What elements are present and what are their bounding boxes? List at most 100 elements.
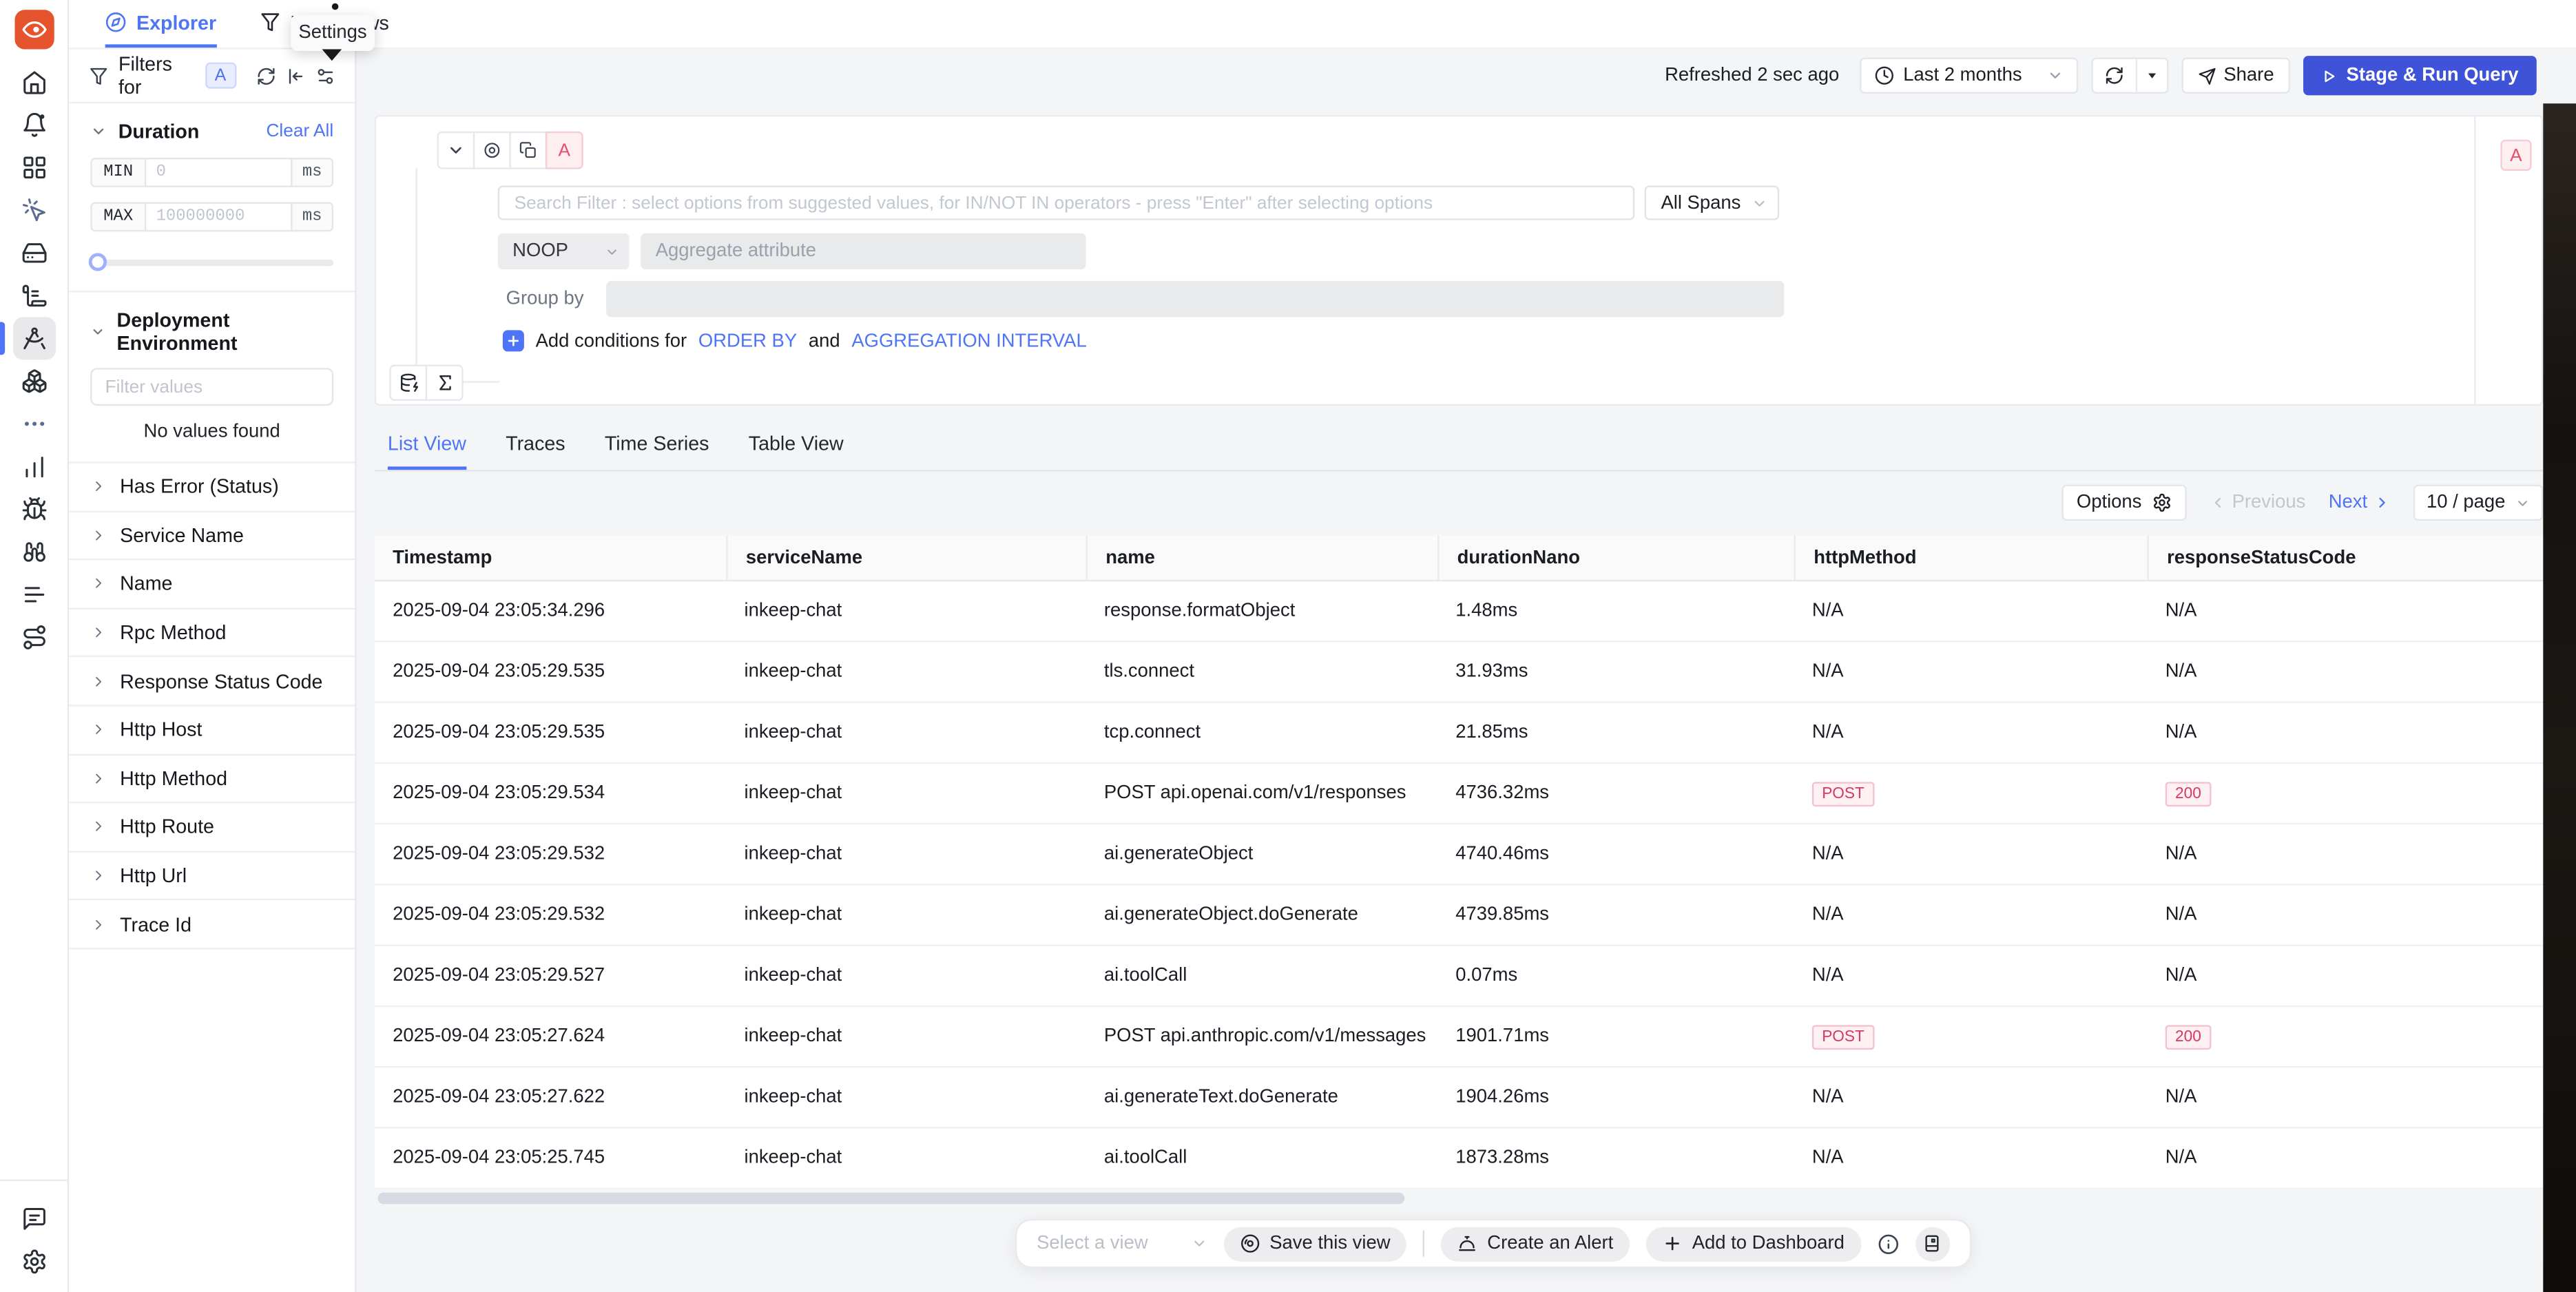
cell-responsestatuscode: N/A	[2147, 581, 2543, 640]
table-row[interactable]: 2025-09-04 23:05:34.296inkeep-chatrespon…	[375, 581, 2543, 642]
table-row[interactable]: 2025-09-04 23:05:29.535inkeep-chattcp.co…	[375, 703, 2543, 764]
chevron-down-icon[interactable]	[90, 324, 105, 340]
clear-all-link[interactable]: Clear All	[266, 122, 333, 142]
sidebar-item-billing list-lines-icon[interactable]	[12, 573, 55, 616]
add-to-dashboard-button[interactable]: Add to Dashboard	[1646, 1227, 1861, 1261]
clone-query-button[interactable]	[509, 132, 547, 169]
aggregate-attribute-input[interactable]: Aggregate attribute	[641, 233, 1086, 269]
select-view-dropdown[interactable]: Select a view	[1037, 1233, 1207, 1253]
filter-section-http-route[interactable]: Http Route	[69, 804, 355, 853]
next-page-button[interactable]: Next	[2329, 493, 2391, 513]
filter-section-name[interactable]: Name	[69, 561, 355, 609]
sidebar-item-logs scroll-icon[interactable]	[12, 274, 55, 317]
sidebar-item-get-started pointer-icon[interactable]	[12, 189, 55, 231]
sidebar-item-integrations boxes-icon[interactable]	[12, 360, 55, 402]
aggregate-op-select[interactable]: NOOP	[498, 233, 630, 269]
tab-list-view[interactable]: List View	[388, 419, 466, 470]
table-row[interactable]: 2025-09-04 23:05:29.527inkeep-chatai.too…	[375, 946, 2543, 1007]
duration-slider[interactable]	[90, 253, 333, 271]
tab-time-series[interactable]: Time Series	[605, 419, 709, 470]
stage-run-query-button[interactable]: Stage & Run Query	[2304, 56, 2537, 95]
app: Explorer Funnels Views Settings Filters …	[0, 0, 2576, 1292]
sidebar-item-metrics chart-icon[interactable]	[12, 445, 55, 488]
add-query-button[interactable]	[389, 365, 427, 401]
deployment-title[interactable]: Deployment Environment	[117, 309, 334, 355]
group-by-input[interactable]	[606, 281, 1784, 317]
scrollbar-thumb[interactable]	[378, 1193, 1405, 1205]
cell-servicename: inkeep-chat	[726, 643, 1086, 702]
max-input[interactable]: 100000000	[145, 202, 293, 231]
signoz-logo-icon[interactable]	[14, 10, 53, 49]
query-label-chip[interactable]: A	[2500, 140, 2531, 171]
collapse-query-button[interactable]	[437, 132, 475, 169]
sidebar-item-alerts bell-icon[interactable]	[12, 103, 55, 146]
refresh-button[interactable]	[2092, 59, 2135, 92]
sidebar-item-explorer binoculars-icon[interactable]	[12, 530, 55, 573]
cell-timestamp: 2025-09-04 23:05:29.532	[375, 824, 726, 884]
min-input[interactable]: 0	[145, 158, 293, 187]
slider-handle[interactable]	[89, 253, 107, 271]
filter-section-http-host[interactable]: Http Host	[69, 707, 355, 756]
previous-page-button[interactable]: Previous	[2209, 493, 2305, 513]
filter-section-rpc-method[interactable]: Rpc Method	[69, 609, 355, 658]
sync-icon[interactable]	[256, 65, 276, 86]
add-formula-button[interactable]	[426, 365, 464, 401]
sidebar-nav	[12, 61, 55, 658]
tab-explorer[interactable]: Explorer	[105, 0, 216, 48]
clock-icon	[1873, 65, 1893, 85]
duration-title[interactable]: Duration	[118, 120, 200, 143]
collapse-panel-icon[interactable]	[286, 65, 306, 86]
sidebar-item-exceptions bug-icon[interactable]	[12, 488, 55, 530]
table-row[interactable]: 2025-09-04 23:05:29.532inkeep-chatai.gen…	[375, 886, 2543, 946]
sidebar-item-more ellipsis-icon[interactable]	[12, 402, 55, 445]
sidebar-item-home home-icon[interactable]	[12, 61, 55, 103]
query-name-chip[interactable]: A	[546, 132, 583, 169]
filter-section-service-name[interactable]: Service Name	[69, 512, 355, 561]
create-alert-button[interactable]: Create an Alert	[1441, 1227, 1630, 1261]
order-by-link[interactable]: ORDER BY	[698, 331, 797, 351]
aggregation-interval-link[interactable]: AGGREGATION INTERVAL	[851, 331, 1086, 351]
sidebar-item-dashboards grid-icon[interactable]	[12, 146, 55, 189]
table-row[interactable]: 2025-09-04 23:05:27.622inkeep-chatai.gen…	[375, 1067, 2543, 1128]
table-row[interactable]: 2025-09-04 23:05:29.534inkeep-chatPOST a…	[375, 764, 2543, 824]
filter-values-input[interactable]: Filter values	[90, 368, 333, 406]
sidebar-item-traces compass-draft-icon[interactable]	[12, 317, 55, 360]
chevron-down-icon[interactable]	[90, 123, 107, 140]
sidebar-item-support-chat chat-icon[interactable]	[12, 1197, 55, 1240]
table-row[interactable]: 2025-09-04 23:05:29.535inkeep-chattls.co…	[375, 643, 2543, 703]
filter-section-trace-id[interactable]: Trace Id	[69, 901, 355, 950]
filter-section-response-status-code[interactable]: Response Status Code	[69, 658, 355, 707]
query-chip-a[interactable]: A	[205, 63, 236, 89]
filter-section-http-url[interactable]: Http Url	[69, 852, 355, 901]
table-row[interactable]: 2025-09-04 23:05:27.624inkeep-chatPOST a…	[375, 1007, 2543, 1067]
refresh-caret-button[interactable]	[2135, 59, 2166, 92]
filter-settings-icon[interactable]	[315, 65, 335, 86]
plus-icon[interactable]	[503, 330, 524, 351]
duration-max-group: MAX 100000000 ms	[90, 202, 333, 231]
shortcut-panel-button[interactable]	[1915, 1227, 1949, 1261]
cell-name: POST api.anthropic.com/v1/messages	[1086, 1007, 1437, 1066]
sidebar-divider	[0, 1179, 68, 1180]
tab-table-view[interactable]: Table View	[749, 419, 844, 470]
toggle-visibility-button[interactable]	[473, 132, 511, 169]
search-filter-input[interactable]: Search Filter : select options from sugg…	[498, 186, 1635, 220]
save-this-view-button[interactable]: Save this view	[1223, 1227, 1406, 1261]
share-button[interactable]: Share	[2181, 57, 2290, 93]
tab-traces[interactable]: Traces	[506, 419, 565, 470]
table-row[interactable]: 2025-09-04 23:05:25.745inkeep-chatai.too…	[375, 1129, 2543, 1189]
time-range-select[interactable]: Last 2 months	[1859, 57, 2077, 93]
sidebar-item-service-map route-icon[interactable]	[12, 616, 55, 658]
span-scope-select[interactable]: All Spans	[1645, 186, 1780, 220]
options-button[interactable]: Options	[2061, 485, 2185, 521]
filter-section-has-error-status[interactable]: Has Error (Status)	[69, 463, 355, 512]
spans-table: TimestampserviceNamenamedurationNanohttp…	[375, 536, 2543, 1189]
chevron-left-icon	[2209, 494, 2225, 511]
page-size-select[interactable]: 10 / page	[2413, 485, 2543, 521]
filter-section-http-method[interactable]: Http Method	[69, 755, 355, 804]
sidebar-item-settings gear-icon[interactable]	[12, 1240, 55, 1282]
info-icon[interactable]	[1878, 1233, 1899, 1254]
filter-section-label: Name	[120, 572, 172, 595]
cell-responsestatuscode: N/A	[2147, 643, 2543, 702]
table-row[interactable]: 2025-09-04 23:05:29.532inkeep-chatai.gen…	[375, 824, 2543, 885]
sidebar-item-infrastructure server-icon[interactable]	[12, 231, 55, 274]
